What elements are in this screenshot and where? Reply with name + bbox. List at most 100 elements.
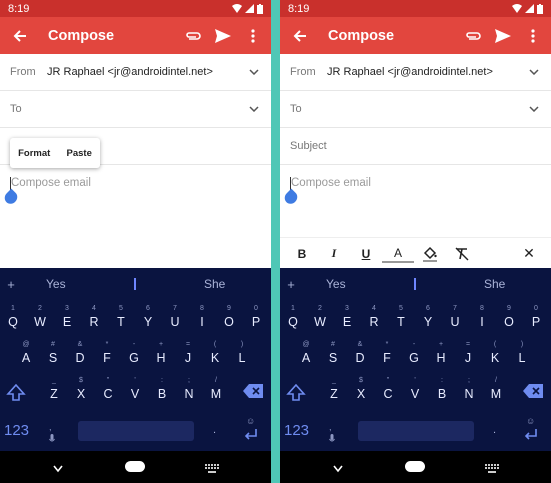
key-i[interactable]: 8I [191, 304, 213, 334]
key-m[interactable]: / M [205, 376, 227, 406]
key-l[interactable]: ) L [231, 340, 253, 370]
key-u[interactable]: 7U [164, 304, 186, 334]
key-x[interactable]: $ X [70, 376, 92, 406]
subject-field[interactable]: Subject [280, 128, 551, 165]
key-j[interactable]: = J [177, 340, 199, 370]
key-p[interactable]: 0P [525, 304, 547, 334]
key-r[interactable]: 4R [83, 304, 105, 334]
key-b[interactable]: :B [151, 376, 173, 406]
enter-icon[interactable] [244, 428, 258, 444]
key-k[interactable]: (K [204, 340, 226, 370]
key-g[interactable]: -G [403, 340, 425, 370]
key-z[interactable]: _ Z [323, 376, 345, 406]
chevron-down-icon[interactable] [527, 102, 541, 116]
key-p[interactable]: 0P [245, 304, 267, 334]
suggestion-left[interactable]: Yes [46, 277, 66, 291]
shift-icon[interactable] [6, 383, 28, 406]
key-k[interactable]: (K [484, 340, 506, 370]
more-options-icon[interactable] [521, 24, 545, 48]
key-q[interactable]: 1Q [282, 304, 304, 334]
key-c[interactable]: " C [97, 376, 119, 406]
key-q[interactable]: 1Q [2, 304, 24, 334]
mic-key[interactable]: , [49, 422, 55, 444]
key-e[interactable]: 3E [336, 304, 358, 334]
key-e[interactable]: 3E [56, 304, 78, 334]
format-menu-item[interactable]: Format [18, 148, 50, 159]
key-r[interactable]: 4R [363, 304, 385, 334]
suggestion-left[interactable]: Yes [326, 277, 346, 291]
chevron-down-icon[interactable] [247, 102, 261, 116]
key-l[interactable]: ) L [511, 340, 533, 370]
from-field[interactable]: From JR Raphael <jr@androidintel.net> [280, 54, 551, 91]
key-v[interactable]: ' V [124, 376, 146, 406]
enter-icon[interactable] [524, 428, 538, 444]
key-b[interactable]: :B [431, 376, 453, 406]
clear-formatting-icon[interactable] [446, 240, 478, 268]
key-a[interactable]: @ A [15, 340, 37, 370]
key-s[interactable]: # S [322, 340, 344, 370]
close-format-button[interactable]: ✕ [513, 240, 545, 268]
numbers-key[interactable]: 123 [284, 422, 309, 439]
underline-button[interactable]: U [350, 240, 382, 268]
key-z[interactable]: _ Z [43, 376, 65, 406]
nav-hide-keyboard-icon[interactable] [333, 460, 343, 478]
attach-icon[interactable] [181, 24, 205, 48]
key-c[interactable]: " C [377, 376, 399, 406]
key-n[interactable]: ; N [178, 376, 200, 406]
spacebar[interactable] [358, 421, 474, 441]
emoji-icon[interactable]: ☺ [246, 416, 255, 426]
compose-body[interactable]: Compose email [280, 165, 551, 232]
key-n[interactable]: ; N [458, 376, 480, 406]
key-f[interactable]: * F [376, 340, 398, 370]
chevron-down-icon[interactable] [247, 65, 261, 79]
from-field[interactable]: From JR Raphael <jr@androidintel.net> [0, 54, 271, 91]
key-o[interactable]: 9O [218, 304, 240, 334]
suggestion-right[interactable]: She [484, 277, 505, 291]
key-x[interactable]: $ X [350, 376, 372, 406]
key-h[interactable]: + H [150, 340, 172, 370]
key-j[interactable]: = J [457, 340, 479, 370]
back-arrow-icon[interactable] [10, 26, 30, 46]
key-w[interactable]: 2W [309, 304, 331, 334]
key-v[interactable]: ' V [404, 376, 426, 406]
keyboard-switch-icon[interactable] [205, 461, 219, 479]
spacebar[interactable] [78, 421, 194, 441]
period-key[interactable]: . [493, 424, 496, 436]
key-t[interactable]: 5T [390, 304, 412, 334]
key-u[interactable]: 7U [444, 304, 466, 334]
chevron-down-icon[interactable] [527, 65, 541, 79]
key-d[interactable]: & D [69, 340, 91, 370]
key-t[interactable]: 5T [110, 304, 132, 334]
emoji-icon[interactable]: ☺ [526, 416, 535, 426]
keyboard-switch-icon[interactable] [485, 461, 499, 479]
shift-icon[interactable] [286, 383, 308, 406]
nav-home-pill[interactable] [125, 461, 145, 472]
key-i[interactable]: 8I [471, 304, 493, 334]
period-key[interactable]: . [213, 424, 216, 436]
key-a[interactable]: @ A [295, 340, 317, 370]
compose-body[interactable]: Compose email [0, 165, 271, 269]
key-d[interactable]: & D [349, 340, 371, 370]
to-field[interactable]: To [0, 91, 271, 128]
mic-key[interactable]: , [329, 422, 335, 444]
nav-hide-keyboard-icon[interactable] [53, 460, 63, 478]
key-f[interactable]: * F [96, 340, 118, 370]
highlight-color-icon[interactable] [414, 240, 446, 268]
key-y[interactable]: 6Y [137, 304, 159, 334]
to-field[interactable]: To [280, 91, 551, 128]
send-icon[interactable] [491, 24, 515, 48]
send-icon[interactable] [211, 24, 235, 48]
key-h[interactable]: + H [430, 340, 452, 370]
bold-button[interactable]: B [286, 240, 318, 268]
cursor-handle[interactable] [2, 188, 20, 207]
key-m[interactable]: / M [485, 376, 507, 406]
back-arrow-icon[interactable] [290, 26, 310, 46]
key-g[interactable]: -G [123, 340, 145, 370]
plus-icon[interactable]: + [0, 277, 22, 292]
italic-button[interactable]: I [318, 240, 350, 268]
numbers-key[interactable]: 123 [4, 422, 29, 439]
plus-icon[interactable]: + [280, 277, 302, 292]
suggestion-right[interactable]: She [204, 277, 225, 291]
key-s[interactable]: # S [42, 340, 64, 370]
key-y[interactable]: 6Y [417, 304, 439, 334]
